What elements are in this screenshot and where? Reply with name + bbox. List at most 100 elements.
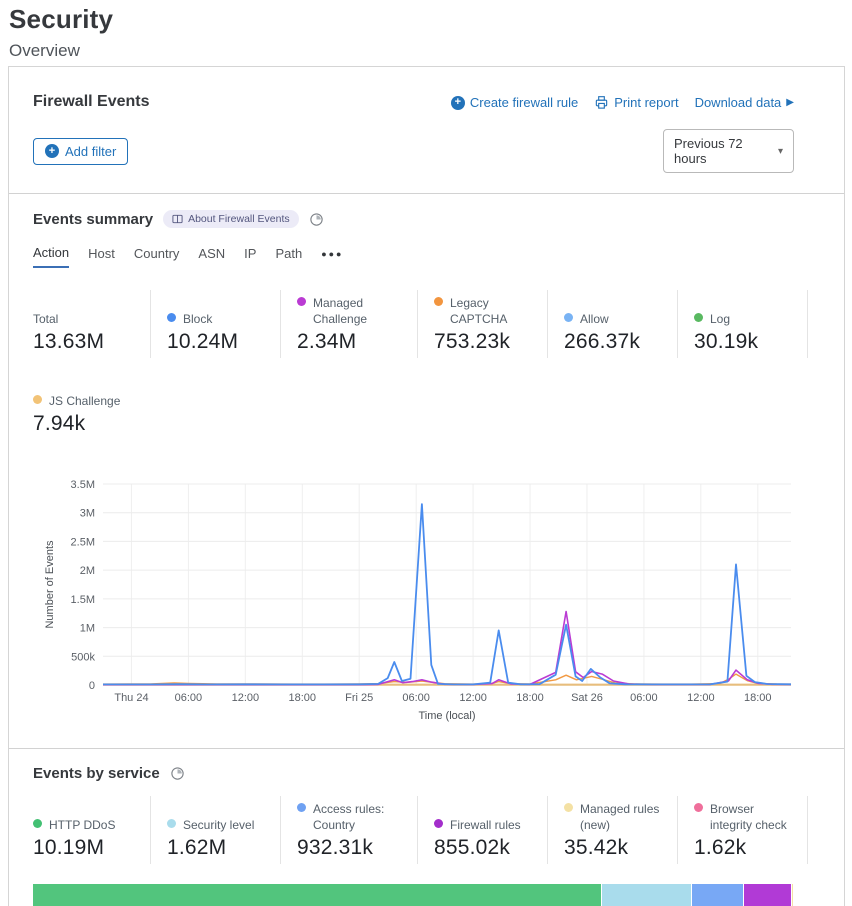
events-chart-wrap: Thu 2406:0012:0018:00Fri 2506:0012:0018:…	[39, 474, 794, 734]
events-chart[interactable]: Thu 2406:0012:0018:00Fri 2506:0012:0018:…	[39, 474, 801, 729]
svg-text:Number of Events: Number of Events	[44, 540, 56, 629]
add-filter-button[interactable]: + Add filter	[33, 138, 128, 165]
stat-tile[interactable]: Total13.63M	[33, 290, 151, 358]
tab-action[interactable]: Action	[33, 245, 69, 268]
tab-asn[interactable]: ASN	[198, 246, 225, 267]
firewall-events-title: Firewall Events	[33, 93, 150, 111]
stat-tile[interactable]: Managed rules (new)35.42k	[548, 796, 678, 864]
series-line-managed-challenge	[103, 612, 791, 685]
time-pie-icon[interactable]	[309, 212, 324, 227]
caret-down-icon: ▾	[778, 146, 783, 157]
series-dot-icon	[434, 297, 443, 306]
bar-segment-browser-integrity-check[interactable]	[794, 884, 795, 906]
plus-circle-icon: +	[45, 144, 59, 158]
stat-label-text: HTTP DDoS	[49, 817, 115, 833]
card-header-row: Firewall Events + Create firewall rule P…	[9, 67, 844, 111]
firewall-events-card: Firewall Events + Create firewall rule P…	[8, 66, 845, 906]
svg-text:06:00: 06:00	[402, 692, 430, 704]
stat-label-text: Firewall rules	[450, 817, 521, 833]
caret-right-icon: ▶	[786, 98, 794, 108]
stat-tile[interactable]: Log30.19k	[678, 290, 808, 358]
stat-label: Managed Challenge	[297, 295, 407, 327]
download-data-label: Download data	[695, 95, 782, 110]
stat-label: Legacy CAPTCHA	[434, 295, 537, 327]
stat-label: JS Challenge	[33, 393, 141, 409]
badge-label: About Firewall Events	[188, 213, 290, 225]
events-by-service-title: Events by service	[33, 765, 160, 782]
time-range-value: Previous 72 hours	[674, 136, 768, 166]
stat-tile[interactable]: Security level1.62M	[151, 796, 281, 864]
svg-text:06:00: 06:00	[630, 692, 658, 704]
stat-tile[interactable]: Legacy CAPTCHA753.23k	[418, 290, 548, 358]
series-dot-icon	[564, 803, 573, 812]
printer-icon	[594, 95, 609, 110]
series-dot-icon	[167, 313, 176, 322]
stat-label-text: Legacy CAPTCHA	[450, 295, 537, 327]
stat-value: 266.37k	[564, 330, 667, 354]
stat-label: Log	[694, 311, 797, 327]
about-firewall-events-badge[interactable]: About Firewall Events	[163, 210, 299, 228]
svg-text:18:00: 18:00	[289, 692, 317, 704]
summary-stats-grid: Total13.63MBlock10.24MManaged Challenge2…	[33, 290, 794, 358]
stat-tile[interactable]: JS Challenge 7.94k	[33, 372, 151, 440]
stat-tile[interactable]: Access rules: Country932.31k	[281, 796, 418, 864]
events-summary-title-row: Events summary About Firewall Events	[33, 210, 794, 228]
stat-tile[interactable]: Browser integrity check1.62k	[678, 796, 808, 864]
series-dot-icon	[694, 803, 703, 812]
svg-text:3.5M: 3.5M	[71, 479, 95, 491]
events-summary-section: Events summary About Firewall Events Act…	[9, 194, 844, 748]
bar-segment-security-level[interactable]	[602, 884, 693, 906]
stat-value: 10.24M	[167, 330, 270, 354]
stat-label-text: Managed rules (new)	[580, 801, 667, 833]
svg-text:1M: 1M	[80, 623, 95, 635]
tab-host[interactable]: Host	[88, 246, 115, 267]
book-icon	[172, 214, 183, 224]
bar-segment-http-ddos[interactable]	[33, 884, 602, 906]
series-dot-icon	[297, 297, 306, 306]
stat-label-text: Browser integrity check	[710, 801, 797, 833]
svg-text:12:00: 12:00	[232, 692, 260, 704]
stat-value: 855.02k	[434, 836, 537, 860]
stat-tile[interactable]: Block 10.24M	[151, 290, 281, 358]
events-by-service-title-row: Events by service	[33, 765, 794, 782]
stat-label: Browser integrity check	[694, 801, 797, 833]
stat-value: 1.62M	[167, 836, 270, 860]
toolbar-row: + Add filter Previous 72 hours ▾	[9, 111, 844, 193]
series-dot-icon	[694, 313, 703, 322]
print-report-label: Print report	[614, 95, 678, 110]
time-pie-icon[interactable]	[170, 766, 185, 781]
create-firewall-rule-link[interactable]: + Create firewall rule	[451, 95, 578, 110]
tab-ip[interactable]: IP	[244, 246, 256, 267]
svg-text:12:00: 12:00	[459, 692, 487, 704]
tab-path[interactable]: Path	[275, 246, 302, 267]
summary-stats-grid-row2: JS Challenge 7.94k	[33, 372, 794, 440]
page-header: Security Overview	[0, 0, 852, 61]
time-range-select[interactable]: Previous 72 hours ▾	[663, 129, 794, 173]
svg-text:2.5M: 2.5M	[71, 536, 95, 548]
print-report-link[interactable]: Print report	[594, 95, 678, 110]
stat-label: Allow	[564, 311, 667, 327]
series-dot-icon	[33, 819, 42, 828]
svg-text:0: 0	[89, 680, 95, 692]
svg-text:12:00: 12:00	[687, 692, 715, 704]
stat-label: Managed rules (new)	[564, 801, 667, 833]
stat-tile[interactable]: HTTP DDoS10.19M	[33, 796, 151, 864]
svg-text:Fri 25: Fri 25	[345, 692, 373, 704]
bar-segment-access-rules-country[interactable]	[692, 884, 744, 906]
stat-tile[interactable]: Firewall rules 855.02k	[418, 796, 548, 864]
page-subtitle: Overview	[9, 41, 852, 61]
chart-grid: Thu 2406:0012:0018:00Fri 2506:0012:0018:…	[71, 479, 791, 704]
tabs-more-button[interactable]: ●●●	[321, 249, 343, 265]
stat-label: Access rules: Country	[297, 801, 407, 833]
stat-label: Block	[167, 311, 270, 327]
tab-country[interactable]: Country	[134, 246, 180, 267]
events-by-service-section: Events by service HTTP DDoS10.19MSecurit…	[9, 749, 844, 906]
series-line-block	[103, 504, 791, 684]
stat-tile[interactable]: Managed Challenge2.34M	[281, 290, 418, 358]
page: Security Overview Firewall Events + Crea…	[0, 0, 852, 906]
bar-segment-firewall-rules[interactable]	[744, 884, 792, 906]
stat-value: 7.94k	[33, 412, 141, 436]
series-line-legacy-captcha	[103, 674, 791, 684]
download-data-link[interactable]: Download data ▶	[695, 95, 794, 110]
stat-tile[interactable]: Allow 266.37k	[548, 290, 678, 358]
